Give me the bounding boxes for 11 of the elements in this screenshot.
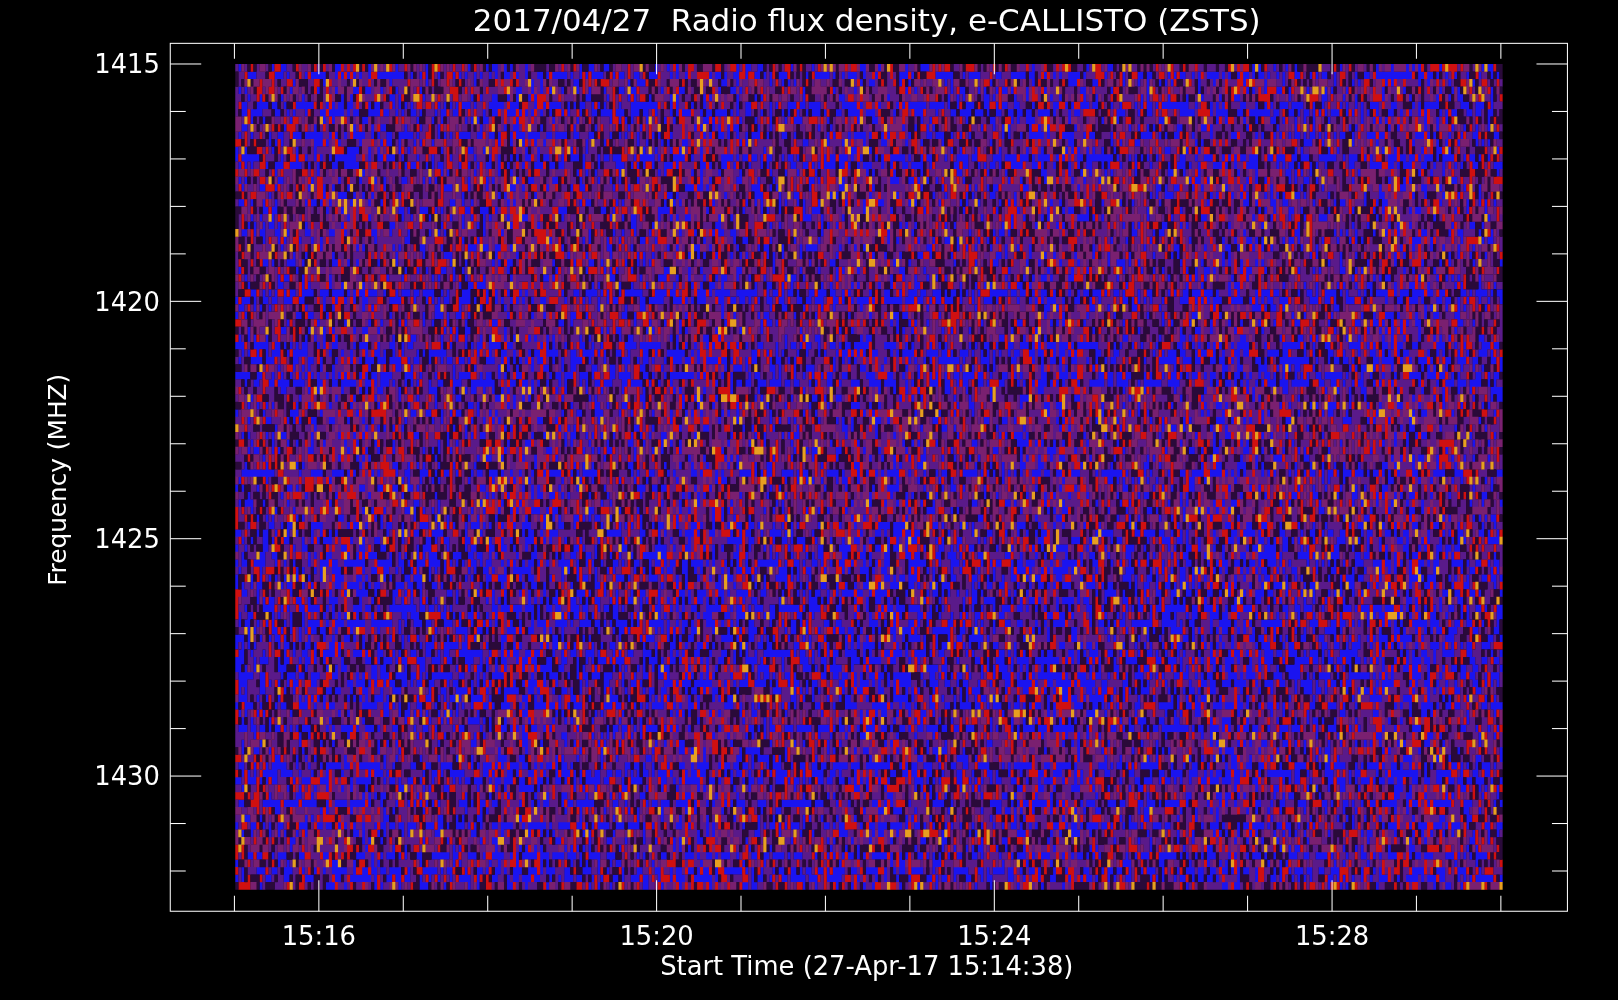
y-axis-label: 1415 [94, 49, 160, 80]
x-axis-label: 15:24 [957, 921, 1032, 952]
x-axis-label: 15:28 [1294, 921, 1370, 952]
chart-title: 2017/04/27 Radio flux density, e-CALLISTO (ZSTS) [472, 1, 1261, 38]
y-axis-label: 1420 [94, 286, 160, 317]
x-axis-title: Start Time (27-Apr-17 15:14:38) [660, 951, 1074, 982]
y-axis-label: 1425 [94, 524, 160, 554]
x-axis-label: 15:20 [619, 921, 694, 952]
y-axis-label: 1430 [94, 761, 160, 792]
y-axis-title: Frequency (MHZ) [43, 373, 73, 586]
x-axis-label: 15:16 [281, 921, 356, 952]
